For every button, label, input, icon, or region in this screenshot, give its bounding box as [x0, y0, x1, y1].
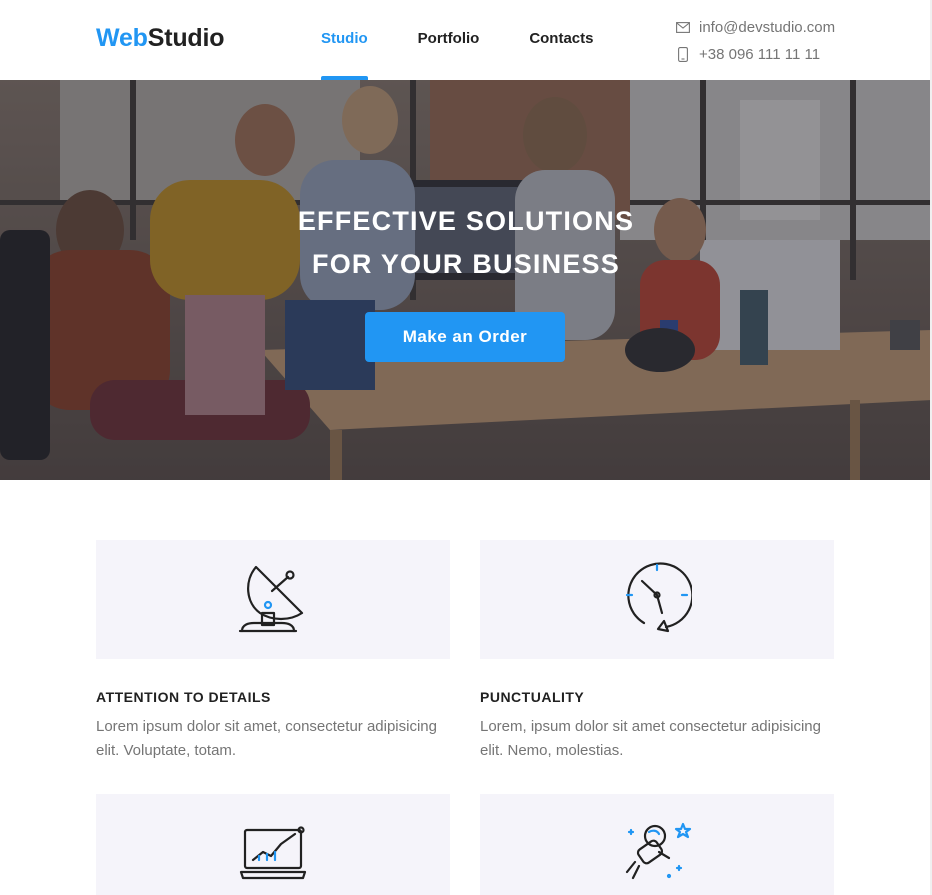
- feature-text-details: Lorem ipsum dolor sit amet, consectetur …: [96, 718, 437, 759]
- hero-section: EFFECTIVE SOLUTIONS FOR YOUR BUSINESS Ma…: [0, 80, 932, 480]
- phone-icon: [675, 46, 691, 62]
- logo-part-studio: Studio: [147, 24, 225, 52]
- feature-text-punctuality: Lorem, ipsum dolor sit amet consectetur …: [480, 718, 821, 759]
- logo-part-web: Web: [96, 24, 148, 52]
- satellite-dish-icon: [238, 561, 308, 638]
- clock-icon: [622, 561, 694, 638]
- nav-item-studio[interactable]: Studio: [321, 0, 368, 80]
- header-contacts: info@devstudio.com +38 096 111 11 11: [675, 16, 835, 70]
- hero-title: EFFECTIVE SOLUTIONS FOR YOUR BUSINESS: [0, 200, 932, 286]
- astronaut-icon: [619, 822, 695, 891]
- phone-link[interactable]: +38 096 111 11 11: [675, 43, 835, 65]
- main-nav: Studio Portfolio Contacts: [321, 0, 644, 80]
- logo[interactable]: WebStudio: [96, 24, 224, 53]
- email-link[interactable]: info@devstudio.com: [675, 16, 835, 38]
- feature-title-details: ATTENTION TO DETAILS: [96, 689, 271, 705]
- site-header: WebStudio Studio Portfolio Contacts info…: [0, 0, 932, 80]
- feature-card-innovation: [480, 794, 834, 895]
- make-order-button[interactable]: Make an Order: [365, 312, 565, 362]
- feature-card-analytics: [96, 794, 450, 895]
- nav-item-portfolio[interactable]: Portfolio: [418, 0, 480, 80]
- feature-card-details: [96, 540, 450, 659]
- feature-title-punctuality: PUNCTUALITY: [480, 689, 585, 705]
- hero-title-line-1: EFFECTIVE SOLUTIONS: [297, 206, 635, 236]
- laptop-chart-icon: [237, 826, 309, 887]
- mail-icon: [675, 21, 691, 33]
- phone-text: +38 096 111 11 11: [699, 45, 821, 63]
- email-text: info@devstudio.com: [699, 18, 836, 36]
- nav-item-contacts[interactable]: Contacts: [529, 0, 593, 80]
- hero-title-line-2: FOR YOUR BUSINESS: [312, 249, 620, 279]
- feature-card-punctuality: [480, 540, 834, 659]
